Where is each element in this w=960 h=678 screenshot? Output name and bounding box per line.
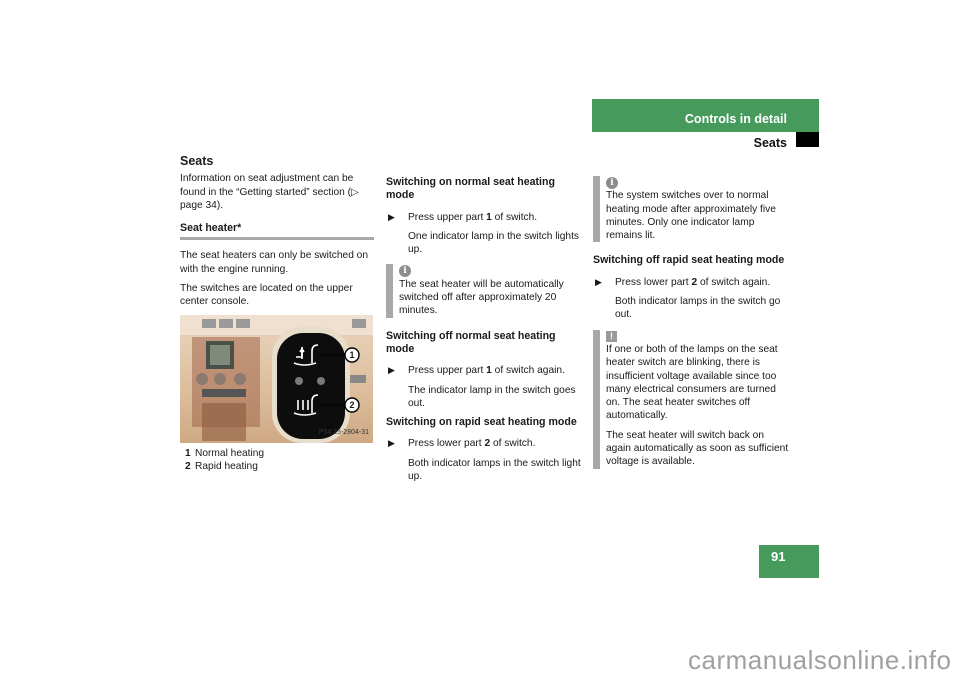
warning-note: ! If one or both of the lamps on the sea… xyxy=(593,329,789,469)
paragraph: The seat heaters can only be switched on… xyxy=(180,250,369,275)
column-1: Seats Information on seat adjustment can… xyxy=(180,154,374,474)
heading-normal-on: Switching on normal seat heating mode xyxy=(386,176,555,202)
figure-illustration xyxy=(180,314,373,443)
step-result: One indicator lamp in the switch lights … xyxy=(408,230,580,256)
step-item: ▶ Press upper part 1 of switch again. xyxy=(388,365,565,377)
step-item: ▶ Press lower part 2 of switch again. xyxy=(595,276,771,288)
intro-text: Information on seat adjustment can be fo… xyxy=(180,173,359,211)
seat-heater-switch xyxy=(277,332,345,439)
info-note: i The seat heater will be automatically … xyxy=(386,264,582,318)
paragraph: The switches are located on the upper ce… xyxy=(180,283,353,308)
info-icon: i xyxy=(399,265,411,278)
step-result: Both indicator lamps in the switch go ou… xyxy=(615,296,781,321)
step-result: The indicator lamp in the switch goes ou… xyxy=(408,384,576,409)
bullet-arrow-icon: ▶ xyxy=(595,276,602,287)
indicator-lamp xyxy=(295,376,303,385)
heading-rapid-off: Switching off rapid seat heating mode xyxy=(593,254,785,267)
bullet-arrow-icon: ▶ xyxy=(388,365,395,376)
callout-1: 1 xyxy=(349,349,355,360)
legend-item: 1 Normal heating xyxy=(185,447,265,459)
page-number-badge: 91 xyxy=(759,545,819,578)
subheading-rule xyxy=(180,237,374,241)
bullet-arrow-icon: ▶ xyxy=(388,438,395,449)
column-2: Switching on normal seat heating mode ▶ P… xyxy=(386,176,582,489)
step-item: ▶ Press upper part 1 of switch. xyxy=(388,211,538,223)
heading-normal-off: Switching off normal seat heating mode xyxy=(386,329,556,355)
legend-item: 2 Rapid heating xyxy=(185,460,258,472)
subheading-seat-heater: Seat heater* xyxy=(180,222,242,235)
section-marker xyxy=(796,132,819,147)
step-item: ▶ Press lower part 2 of switch. xyxy=(388,438,536,450)
info-note: i The system switches over to normal hea… xyxy=(593,176,789,243)
figure-code: P54.25-2804-31 xyxy=(318,429,369,437)
step-result: Both indicator lamps in the switch light… xyxy=(408,457,581,483)
page-heading: Seats xyxy=(180,154,214,168)
seat-heater-switch-figure: 1 2 P54.25-2804-31 xyxy=(180,314,373,443)
figure-legend: 1 Normal heating 2 Rapid heating xyxy=(180,447,374,474)
heading-rapid-on: Switching on rapid seat heating mode xyxy=(386,416,577,429)
section-title: Seats xyxy=(753,136,787,150)
indicator-lamp xyxy=(317,376,325,385)
watermark: carmanualsonline.info xyxy=(688,645,952,675)
warning-icon: ! xyxy=(606,330,617,342)
bullet-arrow-icon: ▶ xyxy=(388,211,395,222)
callout-2: 2 xyxy=(349,399,355,410)
chapter-title: Controls in detail xyxy=(684,112,787,126)
info-icon: i xyxy=(606,177,618,189)
column-3: i The system switches over to normal hea… xyxy=(593,176,789,481)
